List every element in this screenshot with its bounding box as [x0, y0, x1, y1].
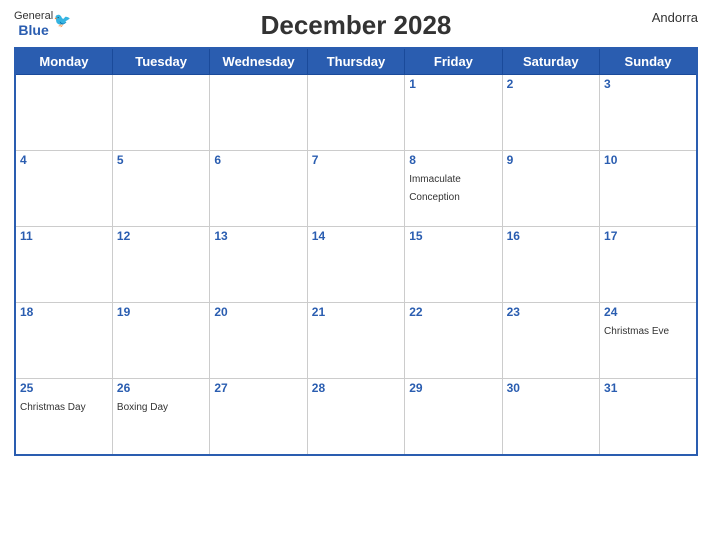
day-number: 8 [409, 153, 497, 167]
table-row: 27 [210, 379, 307, 455]
table-row: 16 [502, 227, 599, 303]
day-number: 10 [604, 153, 692, 167]
table-row: 25 Christmas Day [15, 379, 112, 455]
day-number: 2 [507, 77, 595, 91]
col-monday: Monday [15, 48, 112, 75]
day-number: 24 [604, 305, 692, 319]
calendar-week-row: 45678 Immaculate Conception 9 10 [15, 151, 697, 227]
table-row: 7 [307, 151, 404, 227]
day-number: 4 [20, 153, 108, 167]
day-number: 16 [507, 229, 595, 243]
table-row: 22 [405, 303, 502, 379]
table-row: 11 [15, 227, 112, 303]
table-row [112, 75, 209, 151]
day-number: 6 [214, 153, 302, 167]
table-row: 20 [210, 303, 307, 379]
day-number: 31 [604, 381, 692, 395]
day-number: 18 [20, 305, 108, 319]
day-number: 20 [214, 305, 302, 319]
calendar-week-row: 25 Christmas Day 26 Boxing Day 27 28 29 30 31 [15, 379, 697, 455]
table-row: 17 [600, 227, 697, 303]
col-friday: Friday [405, 48, 502, 75]
table-row: 4 [15, 151, 112, 227]
table-row: 15 [405, 227, 502, 303]
day-number: 15 [409, 229, 497, 243]
table-row: 3 [600, 75, 697, 151]
table-row: 8 Immaculate Conception [405, 151, 502, 227]
day-number: 22 [409, 305, 497, 319]
day-event: Immaculate Conception [409, 174, 461, 203]
table-row: 21 [307, 303, 404, 379]
table-row: 24 Christmas Eve [600, 303, 697, 379]
day-number: 17 [604, 229, 692, 243]
day-number: 11 [20, 229, 108, 243]
day-number: 21 [312, 305, 400, 319]
calendar-table: Monday Tuesday Wednesday Thursday Friday… [14, 47, 698, 456]
days-header-row: Monday Tuesday Wednesday Thursday Friday… [15, 48, 697, 75]
logo: General Blue 🐦 [14, 10, 53, 39]
table-row [210, 75, 307, 151]
col-wednesday: Wednesday [210, 48, 307, 75]
table-row: 1 [405, 75, 502, 151]
logo-blue-text: Blue [18, 23, 48, 38]
day-number: 29 [409, 381, 497, 395]
day-event: Christmas Day [20, 402, 86, 413]
table-row: 14 [307, 227, 404, 303]
table-row: 31 [600, 379, 697, 455]
table-row: 9 [502, 151, 599, 227]
day-number: 7 [312, 153, 400, 167]
col-sunday: Sunday [600, 48, 697, 75]
table-row: 28 [307, 379, 404, 455]
table-row: 10 [600, 151, 697, 227]
page: General Blue 🐦 December 2028 Andorra Mon… [0, 0, 712, 550]
calendar-week-row: 18 19 20 21 22 23 24 Christmas Eve [15, 303, 697, 379]
day-number: 14 [312, 229, 400, 243]
day-number: 19 [117, 305, 205, 319]
table-row: 2 [502, 75, 599, 151]
table-row [307, 75, 404, 151]
table-row: 30 [502, 379, 599, 455]
table-row: 13 [210, 227, 307, 303]
table-row [15, 75, 112, 151]
day-number: 3 [604, 77, 692, 91]
calendar-week-row: 123 [15, 75, 697, 151]
table-row: 23 [502, 303, 599, 379]
country-label: Andorra [652, 10, 698, 25]
table-row: 29 [405, 379, 502, 455]
day-number: 27 [214, 381, 302, 395]
calendar-title: December 2028 [261, 10, 452, 41]
day-number: 5 [117, 153, 205, 167]
table-row: 18 [15, 303, 112, 379]
day-number: 23 [507, 305, 595, 319]
day-number: 9 [507, 153, 595, 167]
day-number: 25 [20, 381, 108, 395]
day-number: 13 [214, 229, 302, 243]
col-saturday: Saturday [502, 48, 599, 75]
day-number: 12 [117, 229, 205, 243]
table-row: 12 [112, 227, 209, 303]
table-row: 6 [210, 151, 307, 227]
day-number: 28 [312, 381, 400, 395]
table-row: 19 [112, 303, 209, 379]
day-event: Christmas Eve [604, 326, 669, 337]
table-row: 5 [112, 151, 209, 227]
day-number: 26 [117, 381, 205, 395]
day-number: 1 [409, 77, 497, 91]
col-tuesday: Tuesday [112, 48, 209, 75]
header: General Blue 🐦 December 2028 Andorra [14, 10, 698, 41]
day-number: 30 [507, 381, 595, 395]
logo-bird-icon: 🐦 [54, 12, 71, 29]
col-thursday: Thursday [307, 48, 404, 75]
day-event: Boxing Day [117, 402, 168, 413]
calendar-week-row: 11 12 13 14 15 16 17 [15, 227, 697, 303]
table-row: 26 Boxing Day [112, 379, 209, 455]
